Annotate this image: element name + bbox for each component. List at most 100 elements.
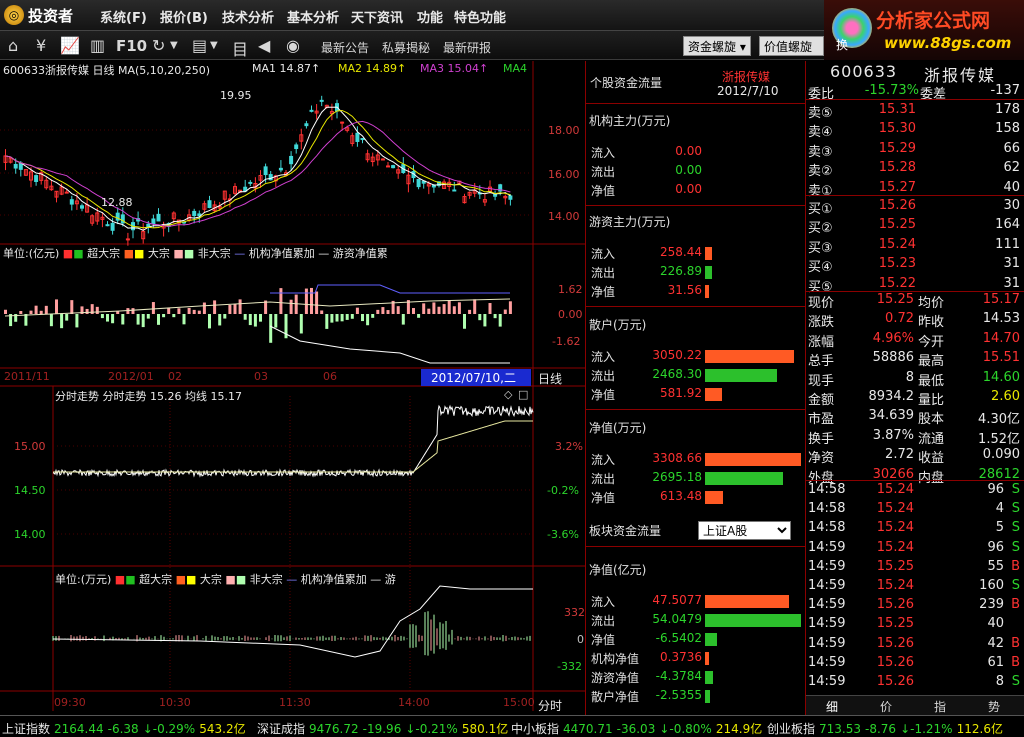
ask-row[interactable]: 卖⑤ 15.31 178 [806,101,1024,121]
stat-row[interactable]: 涨跌 0.72 昨收 14.53 [806,310,1024,330]
home-icon[interactable]: ⌂ [8,36,18,55]
document-icon[interactable]: 目 [232,36,248,60]
tick-row[interactable]: 14:59 15.26 8 S [806,673,1024,692]
tick-row[interactable]: 14:59 15.26 61 B [806,654,1024,673]
sector-net-title: 净值(亿元) [589,563,647,577]
ma-line [5,109,511,229]
link-latest-announcement[interactable]: 最新公告 [321,39,369,56]
app-logo: ◎ 投资者 [4,4,73,26]
tick-time: 14:59 [808,674,846,689]
tick-row[interactable]: 14:58 15.24 4 S [806,500,1024,519]
tick-row[interactable]: 14:59 15.26 42 B [806,635,1024,654]
stat-row[interactable]: 现手 8 最低 14.60 [806,369,1024,389]
tick-row[interactable]: 14:59 15.24 96 S [806,539,1024,558]
tick-row[interactable]: 14:59 15.24 160 S [806,577,1024,596]
stock-code: 600633 [830,62,898,81]
chevron-down-icon[interactable]: ▼ [170,40,178,51]
divider [586,409,805,410]
stat-label: 换手 [808,431,835,447]
value-spiral-button[interactable]: 价值螺旋 ▾ [759,36,824,69]
tab-index[interactable]: 指 [934,698,946,715]
flow-bar [141,314,145,328]
link-private-fund[interactable]: 私募揭秘 [382,39,430,56]
candle-body [508,195,513,200]
refresh-icon[interactable]: ↻ [152,36,165,55]
flow-section-title: 机构主力(万元) [589,114,671,128]
ask-label: 卖⑤ [808,106,833,121]
candle-body [64,191,69,194]
index-pct: ↓-0.29% [142,722,196,736]
menu-tech-analysis[interactable]: 技术分析 [222,7,274,26]
tab-price[interactable]: 价 [880,698,892,715]
candle-body [452,189,457,192]
tick-row[interactable]: 14:59 15.25 40 [806,615,1024,634]
flow-section-title: 游资主力(万元) [589,215,671,229]
stat-row[interactable]: 净资 2.72 收益 0.090 [806,446,1024,466]
time-tick: 14:00 [398,696,430,709]
tick-price: 15.24 [876,482,914,497]
tick-row[interactable]: 14:59 15.25 55 B [806,558,1024,577]
flow-row-value: 0.00 [675,144,702,158]
menu-fundamental[interactable]: 基本分析 [287,7,339,26]
stat-row[interactable]: 现价 15.25 均价 15.17 [806,291,1024,311]
flow-section-title: 净值(万元) [589,421,647,435]
date-label: 03 [254,370,268,383]
tick-row[interactable]: 14:59 15.26 239 B [806,596,1024,615]
fund-spiral-button[interactable]: 资金螺旋 ▾ [683,36,751,56]
menu-function[interactable]: 功能 [417,7,443,26]
maximize-icon[interactable]: □ [518,388,528,401]
menu-system[interactable]: 系统(F) [100,7,147,26]
ask-row[interactable]: 卖③ 15.29 66 [806,140,1024,160]
index-ticker[interactable]: 中小板指 4470.71 -36.03 ↓-0.80% 214.9亿 [511,720,766,737]
index-value: 713.53 [819,722,862,736]
ask-row[interactable]: 卖④ 15.30 158 [806,120,1024,140]
bar-chart-icon[interactable]: ▥ [90,36,105,55]
line-chart-icon[interactable]: 📈 [60,36,80,55]
tick-row[interactable]: 14:58 15.24 5 S [806,519,1024,538]
bid-row[interactable]: 买④ 15.23 31 [806,255,1024,275]
stat-row[interactable]: 市盈 34.639 股本 4.30亿 [806,407,1024,427]
ask-row[interactable]: 卖② 15.28 62 [806,159,1024,179]
diamond-icon[interactable]: ◇ [504,388,512,401]
tab-detail[interactable]: 细 [826,698,838,715]
window-icon[interactable]: ▤ [192,36,207,55]
bid-row[interactable]: 买③ 15.24 111 [806,236,1024,256]
stat-row[interactable]: 总手 58886 最高 15.51 [806,349,1024,369]
sector-select[interactable]: 上证A股 [698,521,791,540]
flow-bar [238,299,242,314]
menu-quote[interactable]: 报价(B) [160,7,208,26]
tick-row[interactable]: 14:58 15.24 96 S [806,481,1024,500]
flow-bar [483,314,487,327]
ask-price: 15.28 [878,160,916,176]
menu-special[interactable]: 特色功能 [454,7,506,26]
bid-row[interactable]: 买② 15.25 164 [806,216,1024,236]
app-name: 投资者 [28,6,74,25]
stat-label: 金额 [808,393,835,408]
stat-row[interactable]: 涨幅 4.96% 今开 14.70 [806,330,1024,350]
sector-row-value: 47.5077 [652,593,702,607]
divider [586,306,805,307]
sector-row-label: 净值 [591,633,616,647]
divider [806,480,1024,481]
stat-row[interactable]: 金额 8934.2 量比 2.60 [806,388,1024,408]
f10-button[interactable]: F10 [116,37,147,55]
index-ticker[interactable]: 上证指数 2164.44 -6.38 ↓-0.29% 543.2亿 [2,720,250,737]
switch-button-label[interactable]: 换 [836,36,848,53]
index-ticker[interactable]: 创业板指 713.53 -8.76 ↓-1.21% 112.6亿 [767,720,1007,737]
chevron-down-icon[interactable]: ▼ [210,40,218,51]
flow-bar [172,314,176,318]
disc-icon[interactable]: ◉ [286,36,300,55]
bid-row[interactable]: 买① 15.26 30 [806,197,1024,217]
tab-trend[interactable]: 势 [988,698,1000,715]
index-ticker[interactable]: 深证成指 9476.72 -19.96 ↓-0.21% 580.1亿 [257,720,512,737]
tick-price: 15.24 [876,578,914,593]
speaker-icon[interactable]: ◀ [258,36,270,55]
tick-volume: 96 [987,539,1004,555]
yen-icon[interactable]: ¥ [36,36,46,55]
flow-bar [218,314,222,326]
link-latest-research[interactable]: 最新研报 [443,39,491,56]
time-label[interactable]: 分时 [538,697,562,714]
period-label[interactable]: 日线 [538,370,562,387]
stat-row[interactable]: 换手 3.87% 流通 1.52亿 [806,427,1024,447]
menu-news[interactable]: 天下资讯 [351,7,403,26]
